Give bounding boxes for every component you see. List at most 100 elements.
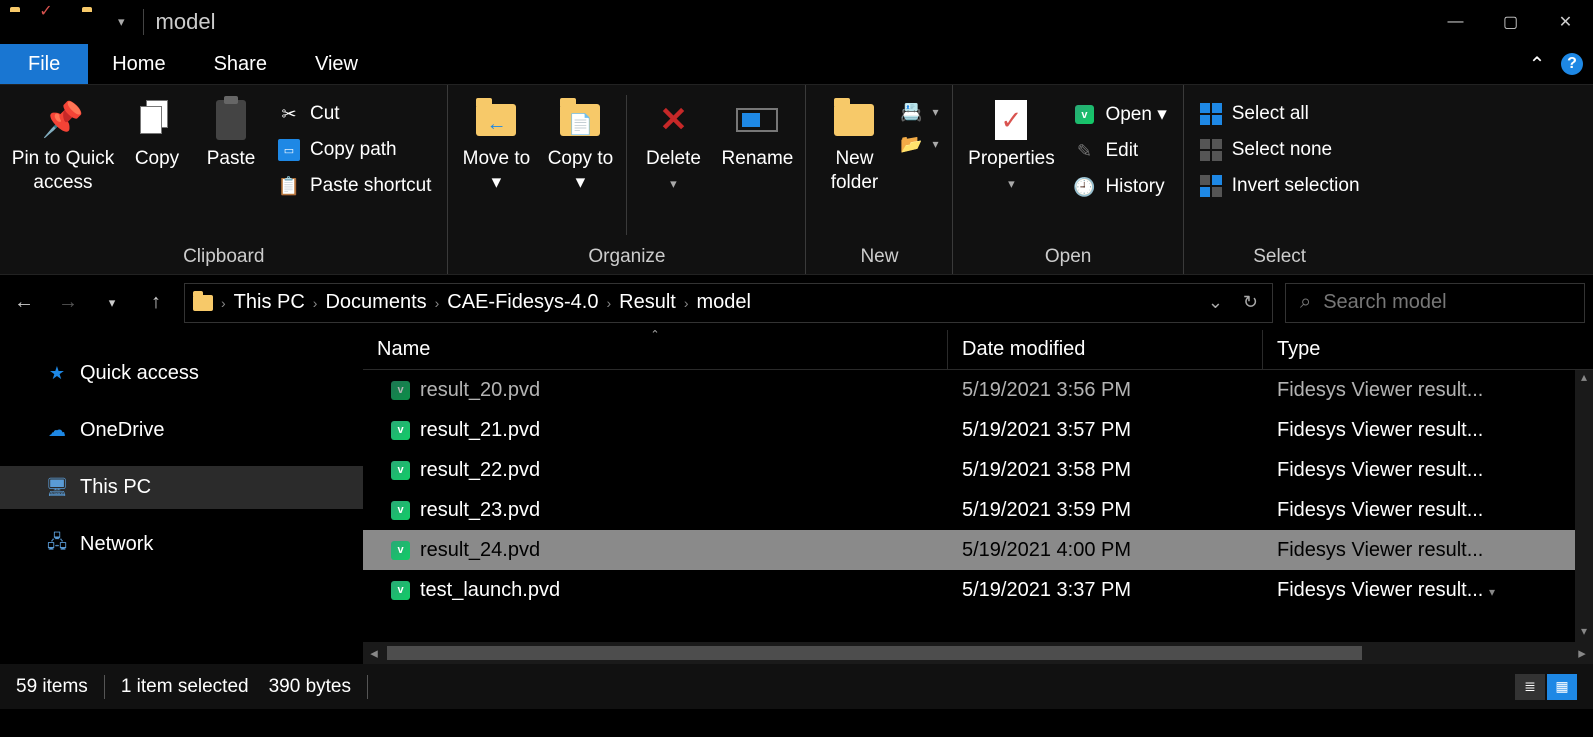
close-button[interactable]: ✕ bbox=[1538, 2, 1593, 42]
chevron-right-icon[interactable]: › bbox=[435, 295, 440, 311]
file-row[interactable]: result_22.pvd5/19/2021 3:58 PMFidesys Vi… bbox=[363, 450, 1593, 490]
navitem-this-pc[interactable]: 🖥This PC bbox=[0, 466, 363, 509]
back-button[interactable]: ← bbox=[8, 287, 40, 319]
title-divider bbox=[143, 9, 144, 35]
file-name: result_24.pvd bbox=[420, 539, 540, 562]
pin-quick-access-button[interactable]: 📌 Pin to Quick access bbox=[8, 89, 118, 195]
chevron-right-icon[interactable]: › bbox=[221, 295, 226, 311]
navitem-onedrive[interactable]: ☁OneDrive bbox=[0, 409, 363, 452]
file-type: Fidesys Viewer result... bbox=[1263, 539, 1593, 562]
cut-button[interactable]: ✂Cut bbox=[270, 99, 439, 129]
navitem-quick-access[interactable]: ★Quick access bbox=[0, 352, 363, 395]
scroll-down-icon[interactable]: ▾ bbox=[1575, 624, 1593, 642]
move-to-button[interactable]: ← Move to ▾ bbox=[456, 89, 536, 195]
file-row[interactable]: test_launch.pvd5/19/2021 3:37 PMFidesys … bbox=[363, 570, 1593, 610]
delete-button[interactable]: ✕ Delete▾ bbox=[633, 89, 713, 195]
search-input[interactable]: ⌕ Search model bbox=[1285, 283, 1585, 323]
easy-access-button[interactable]: 📂▾ bbox=[898, 131, 944, 157]
crumb-documents[interactable]: Documents bbox=[325, 291, 426, 314]
select-none-icon bbox=[1200, 139, 1222, 161]
chevron-right-icon[interactable]: › bbox=[684, 295, 689, 311]
file-date: 5/19/2021 3:59 PM bbox=[948, 499, 1263, 522]
tab-file[interactable]: File bbox=[0, 44, 88, 84]
crumb-fidesys[interactable]: CAE-Fidesys-4.0 bbox=[447, 291, 598, 314]
paste-shortcut-icon: 📋 bbox=[278, 175, 300, 197]
help-icon[interactable]: ? bbox=[1561, 53, 1583, 75]
crumb-model[interactable]: model bbox=[697, 291, 751, 314]
properties-qat-icon[interactable]: ✓ bbox=[46, 11, 68, 33]
scroll-right-icon[interactable]: ▸ bbox=[1571, 644, 1593, 662]
file-date: 5/19/2021 3:37 PM bbox=[948, 579, 1263, 602]
invert-selection-button[interactable]: Invert selection bbox=[1192, 171, 1368, 201]
large-icons-view-button[interactable]: ▦ bbox=[1547, 674, 1577, 700]
edit-button[interactable]: ✎Edit bbox=[1065, 136, 1174, 166]
copy-path-button[interactable]: ▭Copy path bbox=[270, 135, 439, 165]
file-row[interactable]: result_23.pvd5/19/2021 3:59 PMFidesys Vi… bbox=[363, 490, 1593, 530]
copy-button[interactable]: Copy bbox=[122, 89, 192, 171]
file-row[interactable]: result_21.pvd5/19/2021 3:57 PMFidesys Vi… bbox=[363, 410, 1593, 450]
window-title: model bbox=[152, 9, 216, 35]
new-folder-icon bbox=[833, 99, 875, 141]
horizontal-scrollbar[interactable]: ◂ ▸ bbox=[363, 642, 1593, 664]
select-all-button[interactable]: Select all bbox=[1192, 99, 1368, 129]
file-date: 5/19/2021 3:57 PM bbox=[948, 419, 1263, 442]
group-open: ✓ Properties▾ Open ▾ ✎Edit 🕘History Open bbox=[953, 85, 1183, 274]
invert-selection-icon bbox=[1200, 175, 1222, 197]
column-date-modified[interactable]: Date modified bbox=[948, 330, 1263, 369]
properties-button[interactable]: ✓ Properties▾ bbox=[961, 89, 1061, 195]
rename-button[interactable]: Rename bbox=[717, 89, 797, 171]
up-button[interactable]: ↑ bbox=[140, 287, 172, 319]
new-folder-button[interactable]: New folder bbox=[814, 89, 894, 195]
forward-button[interactable]: → bbox=[52, 287, 84, 319]
new-item-button[interactable]: 📇▾ bbox=[898, 99, 944, 125]
scroll-up-icon[interactable]: ▴ bbox=[1575, 370, 1593, 388]
paste-shortcut-button[interactable]: 📋Paste shortcut bbox=[270, 171, 439, 201]
address-dropdown-icon[interactable]: ⌄ bbox=[1202, 292, 1229, 313]
group-label-open: Open bbox=[961, 242, 1174, 274]
file-row[interactable]: result_20.pvd5/19/2021 3:56 PMFidesys Vi… bbox=[363, 370, 1593, 410]
tab-home[interactable]: Home bbox=[88, 44, 189, 84]
navitem-network[interactable]: 🖧Network bbox=[0, 523, 363, 566]
tab-view[interactable]: View bbox=[291, 44, 382, 84]
rename-icon bbox=[736, 99, 778, 141]
crumb-result[interactable]: Result bbox=[619, 291, 676, 314]
file-date: 5/19/2021 3:58 PM bbox=[948, 459, 1263, 482]
minimize-button[interactable]: ― bbox=[1428, 2, 1483, 42]
chevron-right-icon[interactable]: › bbox=[606, 295, 611, 311]
file-name: test_launch.pvd bbox=[420, 579, 560, 602]
file-type-icon bbox=[391, 461, 410, 480]
file-type: Fidesys Viewer result... bbox=[1263, 499, 1593, 522]
select-none-button[interactable]: Select none bbox=[1192, 135, 1368, 165]
file-type-icon bbox=[391, 381, 410, 400]
refresh-button[interactable]: ↻ bbox=[1237, 292, 1264, 313]
open-button[interactable]: Open ▾ bbox=[1065, 99, 1174, 130]
scroll-thumb[interactable] bbox=[387, 646, 1362, 660]
history-icon: 🕘 bbox=[1073, 176, 1095, 198]
tab-share[interactable]: Share bbox=[190, 44, 291, 84]
maximize-button[interactable]: ▢ bbox=[1483, 2, 1538, 42]
details-view-button[interactable]: ≣ bbox=[1515, 674, 1545, 700]
collapse-ribbon-icon[interactable]: ⌃ bbox=[1517, 44, 1557, 84]
column-type[interactable]: Type bbox=[1263, 330, 1593, 369]
copy-to-button[interactable]: 📄 Copy to ▾ bbox=[540, 89, 620, 195]
recent-locations-button[interactable]: ▾ bbox=[96, 287, 128, 319]
file-type: Fidesys Viewer result... bbox=[1263, 379, 1593, 402]
paste-button[interactable]: Paste bbox=[196, 89, 266, 171]
scroll-left-icon[interactable]: ◂ bbox=[363, 644, 385, 662]
vertical-scrollbar[interactable]: ▴ ▾ bbox=[1575, 370, 1593, 642]
search-placeholder: Search model bbox=[1323, 291, 1446, 314]
group-organize: ← Move to ▾ 📄 Copy to ▾ ✕ Delete▾ Rename… bbox=[448, 85, 806, 274]
easy-access-icon: 📂 bbox=[900, 133, 922, 155]
file-row[interactable]: result_24.pvd5/19/2021 4:00 PMFidesys Vi… bbox=[363, 530, 1593, 570]
address-bar[interactable]: › This PC › Documents › CAE-Fidesys-4.0 … bbox=[184, 283, 1273, 323]
new-folder-qat-icon[interactable] bbox=[82, 11, 104, 33]
history-button[interactable]: 🕘History bbox=[1065, 172, 1174, 202]
copy-path-icon: ▭ bbox=[278, 139, 300, 161]
crumb-this-pc[interactable]: This PC bbox=[234, 291, 305, 314]
chevron-right-icon[interactable]: › bbox=[313, 295, 318, 311]
file-list-pane: Name⌃ Date modified Type result_20.pvd5/… bbox=[363, 330, 1593, 664]
file-list[interactable]: result_20.pvd5/19/2021 3:56 PMFidesys Vi… bbox=[363, 370, 1593, 642]
ribbon: 📌 Pin to Quick access Copy Paste ✂Cut ▭C… bbox=[0, 84, 1593, 274]
column-name[interactable]: Name⌃ bbox=[363, 330, 948, 369]
qat-dropdown-icon[interactable]: ▾ bbox=[118, 14, 125, 30]
